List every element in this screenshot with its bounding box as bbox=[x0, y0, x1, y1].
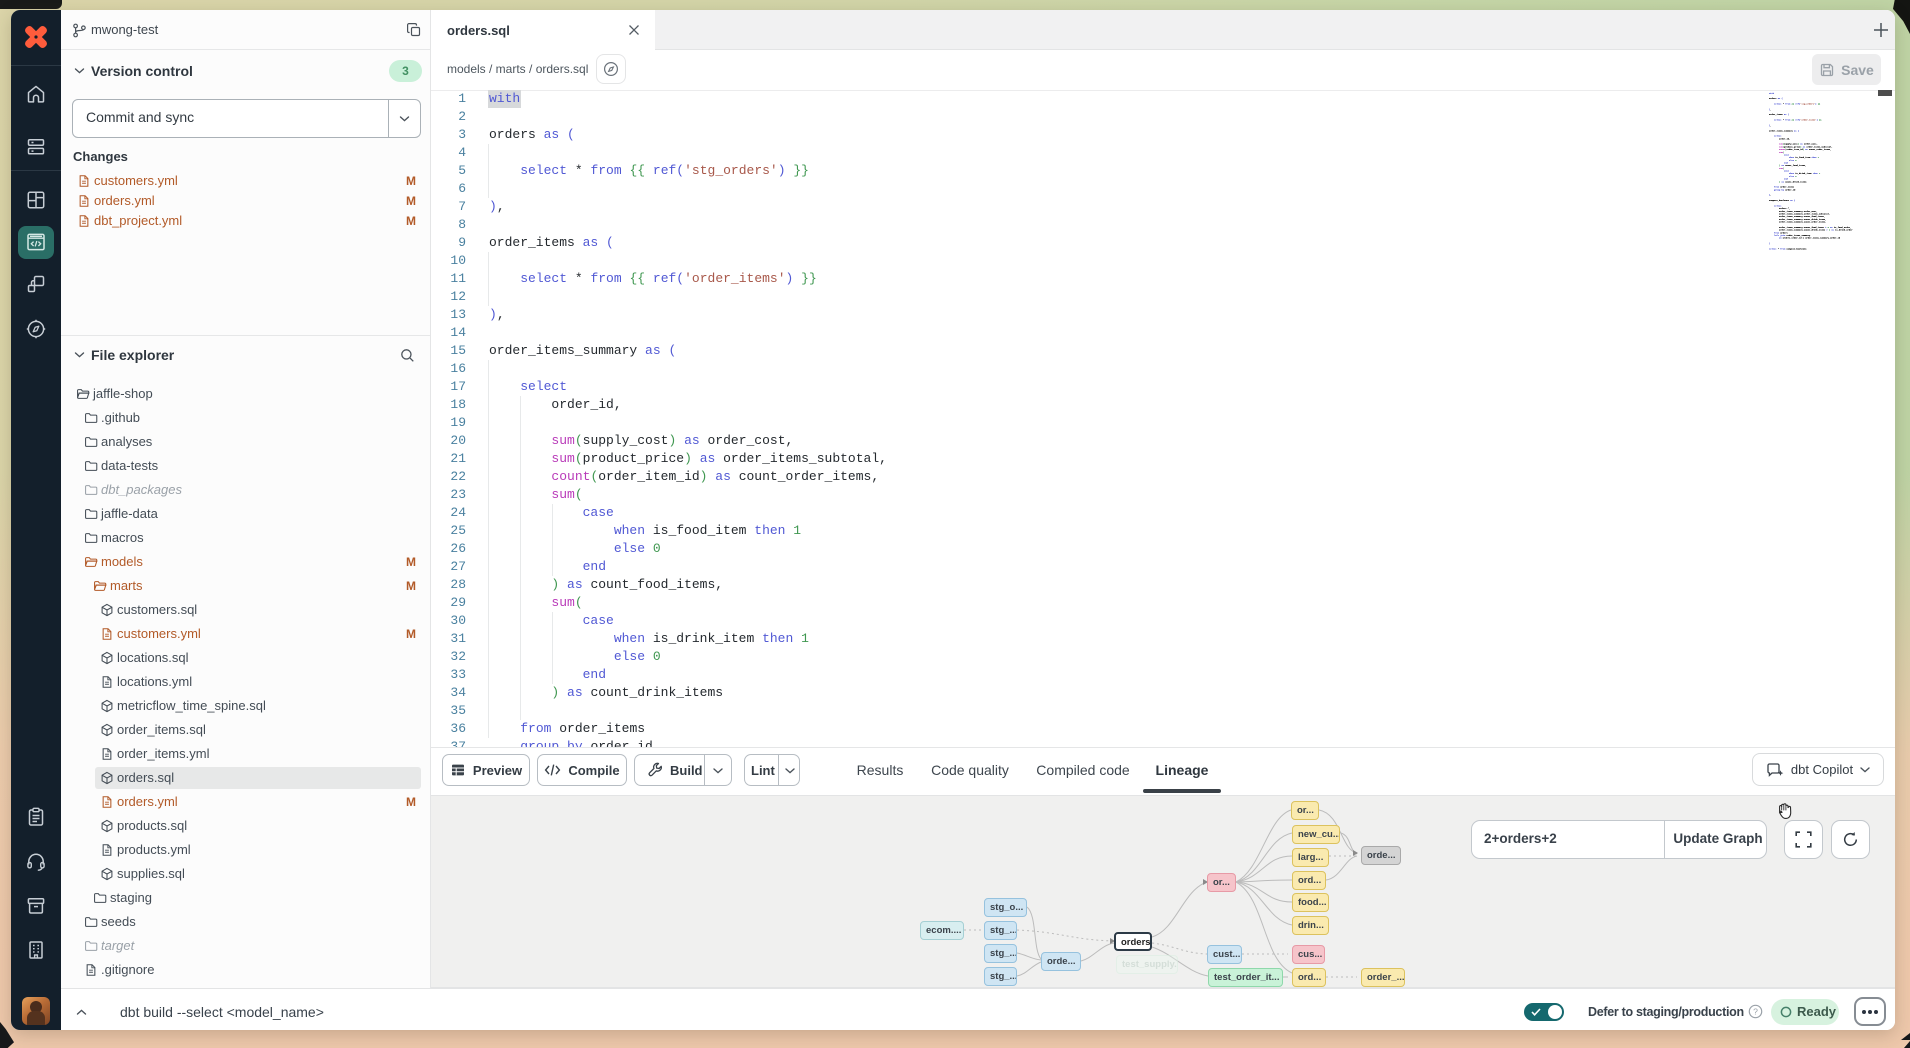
svg-text:?: ? bbox=[1753, 1007, 1758, 1017]
